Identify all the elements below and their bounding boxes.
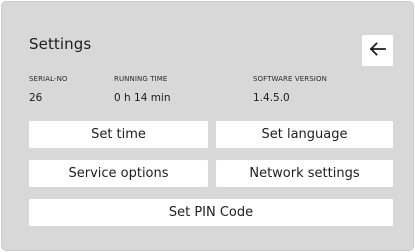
service-options-button[interactable]: Service options [29,160,208,187]
software-version-info: SOFTWARE VERSION 1.4.5.0 [253,75,327,104]
serial-info: SERIAL-NO 26 [29,75,68,104]
back-button[interactable] [362,35,393,66]
serial-label: SERIAL-NO [29,75,68,83]
serial-value: 26 [29,92,43,104]
software-version-value: 1.4.5.0 [253,92,290,104]
network-settings-button[interactable]: Network settings [216,160,393,187]
page-title: Settings [29,35,92,53]
running-time-info: RUNNING TIME 0 h 14 min [114,75,171,104]
running-time-value: 0 h 14 min [114,92,171,104]
set-language-button[interactable]: Set language [216,121,393,148]
settings-screen: Settings SERIAL-NO 26 RUNNING TIME 0 h 1… [1,1,414,251]
running-time-label: RUNNING TIME [114,75,168,83]
software-version-label: SOFTWARE VERSION [253,75,327,83]
arrow-left-icon [369,41,386,60]
set-pin-code-button[interactable]: Set PIN Code [29,199,393,226]
set-time-button[interactable]: Set time [29,121,208,148]
